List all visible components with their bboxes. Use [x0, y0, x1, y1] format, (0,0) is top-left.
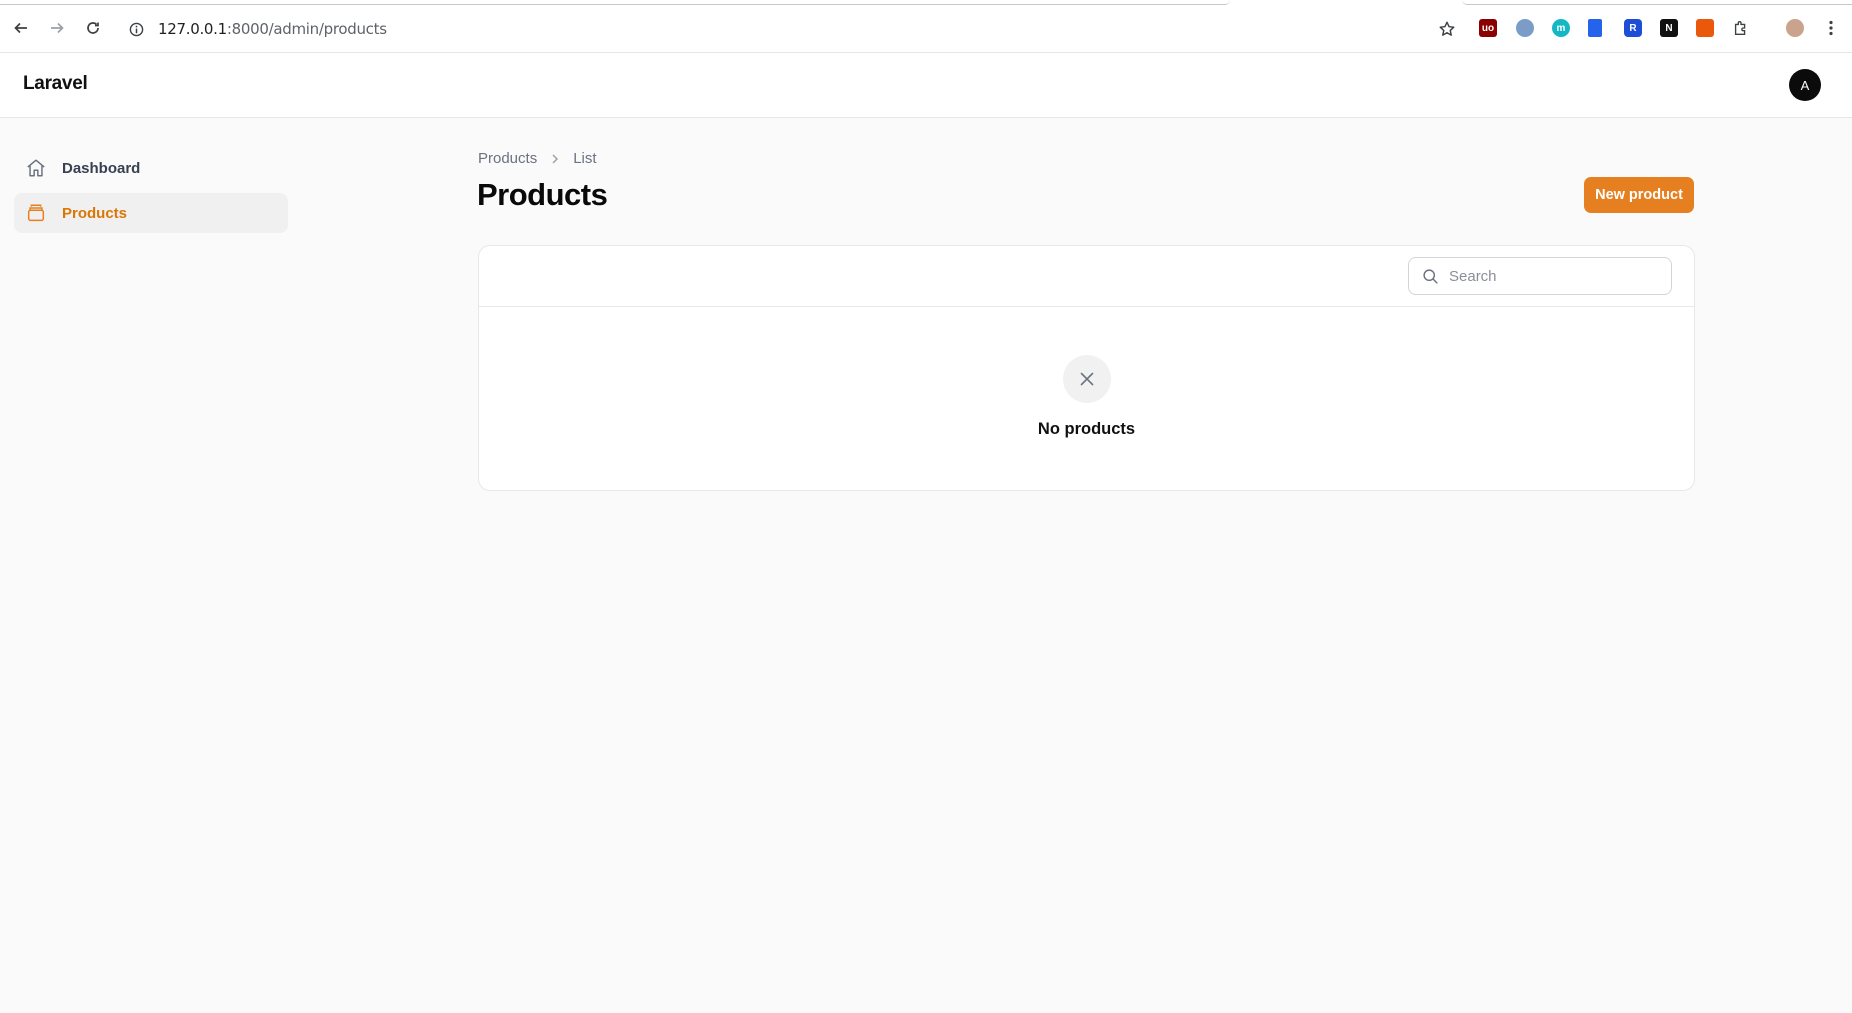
address-bar[interactable]: 127.0.0.1:8000/admin/products [120, 12, 1462, 46]
site-info-icon[interactable] [128, 21, 144, 37]
back-button[interactable] [8, 15, 34, 41]
user-avatar[interactable]: A [1789, 69, 1821, 101]
forward-button[interactable] [44, 15, 70, 41]
notion-extension-icon[interactable]: N [1660, 19, 1678, 37]
empty-state-x-icon [1063, 355, 1111, 403]
extensions-puzzle-icon[interactable] [1732, 19, 1750, 37]
extension-icon[interactable] [1516, 19, 1534, 37]
sidebar-item-label: Dashboard [62, 159, 141, 177]
sidebar-item-products[interactable]: Products [14, 193, 288, 233]
app-header: Laravel A [0, 53, 1852, 118]
archive-box-icon [24, 201, 48, 225]
page-title: Products [477, 177, 608, 212]
arrow-left-icon [14, 22, 27, 34]
table-toolbar [479, 246, 1694, 307]
arrow-right-icon [51, 22, 64, 34]
chevron-right-icon [549, 153, 561, 165]
tab-strip-edge [0, 0, 1230, 5]
breadcrumb: Products List [478, 150, 597, 167]
url-text: 127.0.0.1:8000/admin/products [158, 20, 387, 38]
sidebar-item-dashboard[interactable]: Dashboard [14, 148, 288, 188]
url-path: :8000/admin/products [226, 20, 387, 38]
bookmark-star-icon[interactable] [1438, 20, 1456, 38]
profile-avatar-icon[interactable] [1786, 19, 1804, 37]
search-field[interactable] [1408, 257, 1672, 295]
breadcrumb-products-link[interactable]: Products [478, 150, 537, 167]
extension-icon[interactable] [1696, 19, 1714, 37]
tab-strip-edge [1462, 0, 1852, 5]
browser-menu-icon[interactable] [1822, 19, 1840, 37]
brand-logo[interactable]: Laravel [23, 73, 88, 95]
extension-icon[interactable] [1588, 19, 1602, 37]
home-icon [24, 156, 48, 180]
reload-icon [87, 22, 99, 34]
ublock-extension-icon[interactable]: uo [1479, 19, 1497, 37]
reload-button[interactable] [80, 15, 106, 41]
search-input[interactable] [1449, 267, 1649, 285]
browser-toolbar: 127.0.0.1:8000/admin/products uo m R N [0, 0, 1852, 53]
extension-m-icon[interactable]: m [1552, 19, 1570, 37]
search-icon [1421, 267, 1439, 285]
products-table-card: No products [478, 245, 1695, 491]
new-product-button[interactable]: New product [1584, 177, 1694, 213]
extension-icon[interactable]: R [1624, 19, 1642, 37]
sidebar-item-label: Products [62, 204, 128, 222]
empty-state-heading: No products [1037, 420, 1136, 438]
url-host: 127.0.0.1 [158, 20, 227, 38]
breadcrumb-current: List [573, 150, 597, 167]
